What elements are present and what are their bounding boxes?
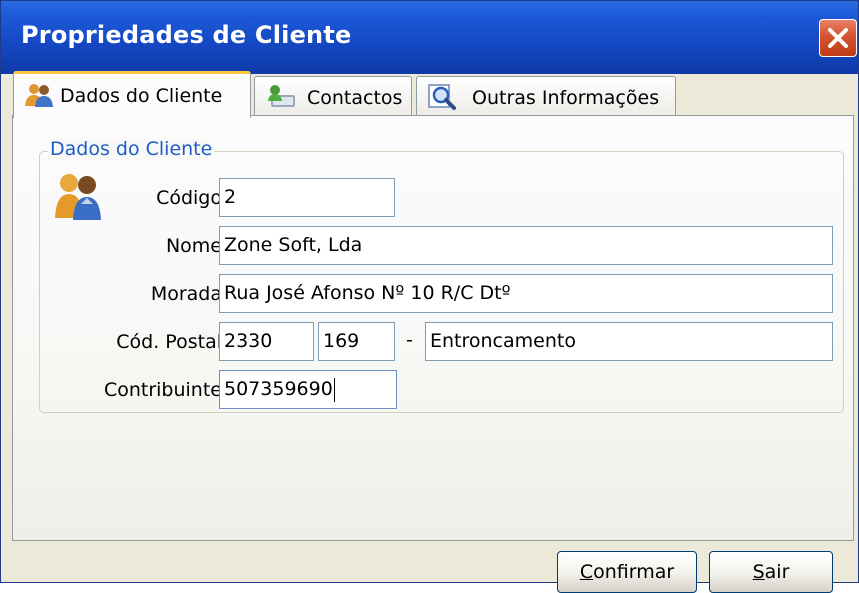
contribuinte-value: 507359690	[224, 378, 333, 400]
dialog-body: Dados do Cliente Contactos Outras Inform…	[5, 71, 854, 593]
nome-label: Nome	[165, 235, 222, 257]
codigo-field[interactable]: 2	[219, 178, 395, 217]
postal-code-part2-field[interactable]: 169	[318, 322, 395, 361]
nome-field[interactable]: Zone Soft, Lda	[219, 226, 833, 265]
client-properties-window: Propriedades de Cliente Dados do Cliente	[0, 0, 859, 593]
confirmar-accelerator: C	[579, 561, 594, 583]
tab-label: Dados do Cliente	[60, 85, 223, 107]
tab-dados-do-cliente[interactable]: Dados do Cliente	[13, 71, 251, 118]
sair-label: air	[764, 561, 790, 583]
confirmar-button[interactable]: Confirmar	[557, 551, 697, 593]
sair-button[interactable]: Sair	[709, 551, 833, 593]
confirmar-label: onfirmar	[593, 561, 675, 583]
text-caret	[333, 377, 335, 402]
codigo-label: Código	[156, 187, 222, 209]
title-bar[interactable]: Propriedades de Cliente	[1, 1, 858, 74]
postal-separator: -	[406, 329, 413, 351]
users-icon	[55, 174, 101, 220]
tab-label: Contactos	[307, 87, 403, 109]
tab-panel: Dados do Cliente Código 2 Nome Zone Soft…	[12, 115, 854, 541]
cod-postal-label: Cód. Postal	[116, 331, 222, 353]
group-title: Dados do Cliente	[48, 138, 215, 160]
magnifier-icon	[428, 84, 456, 110]
contribuinte-field[interactable]: 507359690	[219, 370, 397, 409]
tab-label: Outras Informações	[472, 87, 660, 109]
sair-accelerator: S	[752, 561, 765, 583]
contacts-card-icon	[268, 85, 295, 107]
morada-label: Morada	[150, 283, 222, 305]
close-button[interactable]	[819, 19, 857, 57]
contribuinte-label: Contribuinte	[103, 379, 222, 401]
window-title: Propriedades de Cliente	[21, 21, 352, 49]
postal-code-part1-field[interactable]: 2330	[219, 322, 314, 361]
users-icon	[25, 84, 53, 107]
localidade-field[interactable]: Entroncamento	[425, 322, 833, 361]
close-icon	[828, 28, 848, 48]
morada-field[interactable]: Rua José Afonso Nº 10 R/C Dtº	[219, 274, 833, 313]
tab-outras-informacoes[interactable]: Outras Informações	[416, 76, 676, 116]
tab-contactos[interactable]: Contactos	[254, 76, 412, 116]
